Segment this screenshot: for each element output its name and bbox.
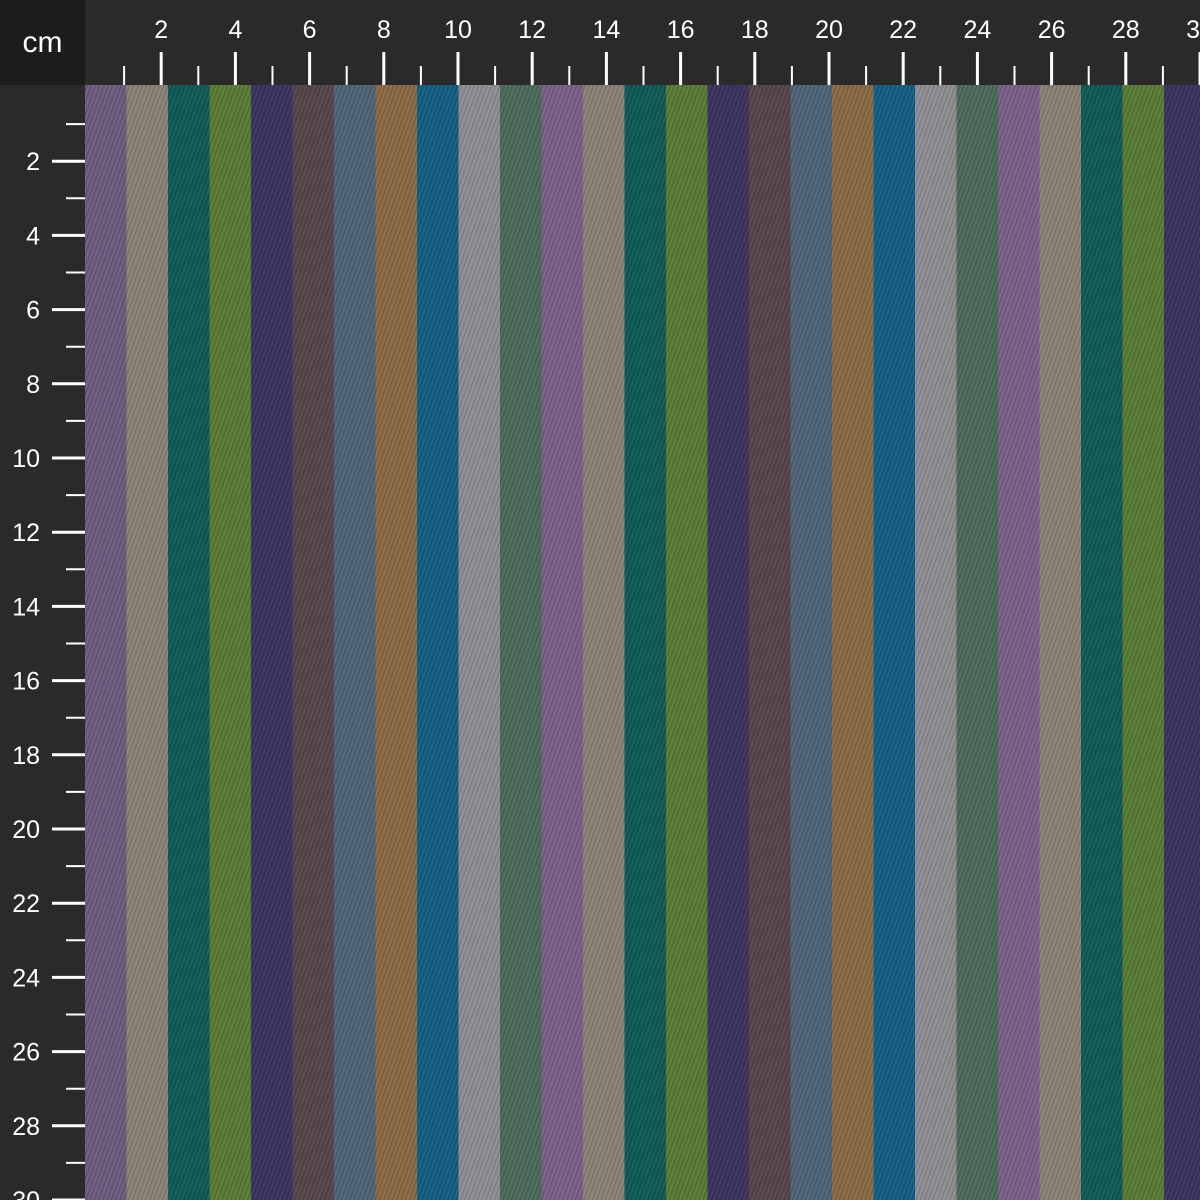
top-tick-label: 14	[592, 16, 620, 44]
left-tick-label: 10	[12, 445, 40, 473]
top-ruler-ticks: 24681012141618202224262830	[123, 16, 1200, 85]
left-tick-label: 24	[12, 964, 40, 992]
top-tick-label: 30	[1186, 16, 1200, 44]
stripe-pattern	[85, 85, 1200, 1200]
top-tick-label: 24	[963, 16, 991, 44]
left-tick-label: 4	[26, 222, 40, 250]
fabric-preview	[85, 85, 1200, 1200]
left-tick-label: 26	[12, 1039, 40, 1067]
left-ruler: 24681012141618202224262830	[0, 85, 85, 1200]
left-ruler-ticks: 24681012141618202224262830	[12, 123, 85, 1200]
top-ruler: 24681012141618202224262830	[85, 0, 1200, 85]
left-tick-label: 22	[12, 890, 40, 918]
top-tick-label: 8	[377, 16, 391, 44]
top-tick-label: 26	[1038, 16, 1066, 44]
unit-label: cm	[0, 0, 85, 85]
top-tick-label: 10	[444, 16, 472, 44]
top-tick-label: 16	[667, 16, 695, 44]
left-tick-label: 16	[12, 668, 40, 696]
top-tick-label: 2	[154, 16, 168, 44]
left-tick-label: 2	[26, 148, 40, 176]
top-tick-label: 28	[1112, 16, 1140, 44]
top-tick-label: 18	[741, 16, 769, 44]
top-tick-label: 22	[889, 16, 917, 44]
top-tick-label: 4	[228, 16, 242, 44]
top-tick-label: 6	[303, 16, 317, 44]
left-tick-label: 28	[12, 1113, 40, 1141]
left-tick-label: 14	[12, 593, 40, 621]
left-tick-label: 18	[12, 742, 40, 770]
top-tick-label: 12	[518, 16, 546, 44]
left-tick-label: 20	[12, 816, 40, 844]
twill-texture	[85, 85, 1200, 1200]
left-tick-label: 8	[26, 371, 40, 399]
fabric-swatch-viewer: cm 24681012141618202224262830 2468101214…	[0, 0, 1200, 1200]
left-tick-label: 30	[12, 1187, 40, 1200]
left-tick-label: 12	[12, 519, 40, 547]
left-tick-label: 6	[26, 297, 40, 325]
top-tick-label: 20	[815, 16, 843, 44]
